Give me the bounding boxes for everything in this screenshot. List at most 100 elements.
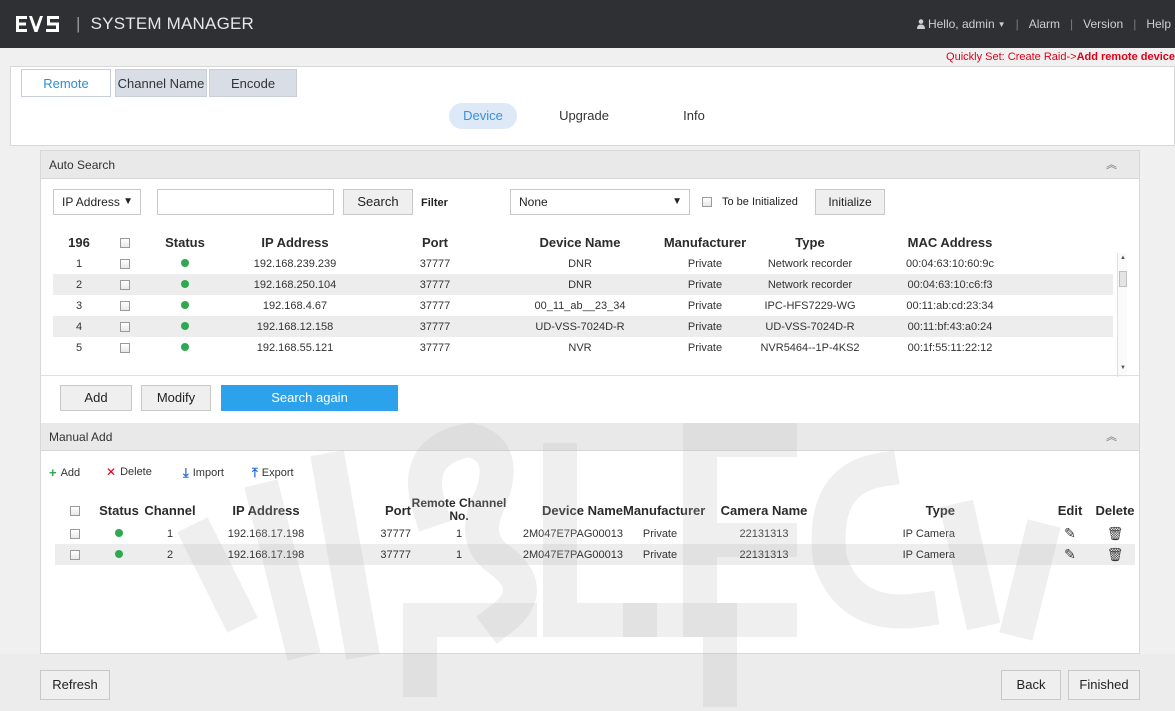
type-cell: IP Camera [902,527,955,540]
to-be-initialized-checkbox[interactable] [702,197,712,207]
count-header: 196 [68,234,90,250]
ip-header: IP Address [261,234,329,250]
device-name-cell: DNR [568,257,592,270]
pencil-icon[interactable]: ✎ [1064,525,1076,541]
manual-add-button[interactable]: + Add [49,465,80,480]
search-input[interactable] [157,189,334,215]
manual-add-title: Manual Add [49,430,113,444]
filter-label: Filter [421,197,448,209]
status-dot-icon [181,321,189,330]
top-bar: | SYSTEM MANAGER Hello, admin ▼ | Alarm |… [0,0,1175,48]
modify-button[interactable]: Modify [141,385,211,411]
collapse-up-icon[interactable]: ︽ [1106,423,1117,451]
table-row[interactable]: 1 192.168.17.198 37777 1 2M047E7PAG00013… [55,523,1135,544]
manual-add-table: Status Channel IP Address Port Remote Ch… [55,497,1135,565]
port-cell: 37777 [365,274,505,295]
status-dot-icon [115,528,123,537]
table-row[interactable]: 2 192.168.17.198 37777 1 2M047E7PAG00013… [55,544,1135,565]
status-dot-icon [181,342,189,351]
back-button[interactable]: Back [1001,670,1061,700]
device-name-cell: 2M047E7PAG00013 [522,527,623,540]
row-checkbox[interactable] [120,321,130,332]
dropdown-arrow-icon: ▼ [672,196,682,207]
pencil-icon[interactable]: ✎ [1064,546,1076,562]
type-cell: NVR5464--1P-4KS2 [760,341,860,354]
auto-search-header[interactable]: Auto Search ︽ [41,151,1139,179]
ip-cell: 192.168.17.198 [227,527,305,540]
table-row[interactable]: 2 192.168.250.104 37777 DNR Private Netw… [53,274,1113,295]
user-greeting: Hello, admin [927,17,995,31]
camera-name-cell: 22131313 [697,544,831,565]
import-label: Import [192,467,224,479]
manual-add-header[interactable]: Manual Add ︽ [41,423,1139,451]
row-checkbox[interactable] [70,528,80,539]
table-row[interactable]: 1 192.168.239.239 37777 DNR Private Netw… [53,253,1113,274]
footer-bar: Refresh Back Finished [0,654,1175,711]
refresh-button[interactable]: Refresh [40,670,110,700]
app-title: | SYSTEM MANAGER [76,14,255,33]
row-checkbox[interactable] [120,279,130,290]
table-row[interactable]: 5 192.168.55.121 37777 NVR Private NVR54… [53,337,1113,358]
select-all-checkbox[interactable] [120,238,130,249]
type-header: Type [795,234,825,250]
filter-select[interactable]: None ▼ [510,189,690,215]
collapse-up-icon[interactable]: ︽ [1106,151,1117,179]
delete-header: Delete [1095,502,1135,518]
remote-channel-cell: 1 [411,544,507,565]
help-link[interactable]: Help [1146,17,1171,31]
initialize-button[interactable]: Initialize [815,189,885,215]
search-by-select[interactable]: IP Address ▼ [53,189,141,215]
export-icon: ⤒ [252,465,258,480]
port-header: Port [385,502,411,518]
export-button[interactable]: ⤒ Export [252,465,294,481]
manufacturer-cell: Private [655,316,755,337]
tab-remote[interactable]: Remote [21,69,111,97]
add-button[interactable]: Add [60,385,132,411]
alarm-link[interactable]: Alarm [1029,17,1060,31]
auto-search-scrollbar[interactable]: ▲ ▼ [1117,253,1127,377]
port-cell: 37777 [380,527,411,540]
quick-set-current[interactable]: Add remote device [1077,51,1175,63]
status-header: Status [165,234,205,250]
row-checkbox[interactable] [120,300,130,311]
type-cell: Network recorder [767,257,853,270]
scroll-down-icon[interactable]: ▼ [1118,365,1128,371]
table-row[interactable]: 3 192.168.4.67 37777 00_11_ab__23_34 Pri… [53,295,1113,316]
search-again-button[interactable]: Search again [221,385,398,411]
manufacturer-cell: Private [642,527,678,540]
scroll-thumb[interactable] [1119,271,1127,287]
subtab-upgrade[interactable]: Upgrade [549,103,619,129]
ip-cell: 192.168.55.121 [256,341,334,354]
device-name-cell: 2M047E7PAG00013 [507,544,623,565]
port-cell: 37777 [419,299,451,312]
tabs-panel: Remote Channel Name Encode Device Upgrad… [10,66,1175,146]
device-name-cell: DNR [505,274,655,295]
subtab-info[interactable]: Info [674,103,714,129]
row-checkbox[interactable] [120,342,130,353]
manual-delete-label: Delete [120,466,152,478]
version-link[interactable]: Version [1083,17,1123,31]
status-dot-icon [181,258,189,267]
subtab-device[interactable]: Device [449,103,517,129]
search-button[interactable]: Search [343,189,413,215]
table-row[interactable]: 4 192.168.12.158 37777 UD-VSS-7024D-R Pr… [53,316,1113,337]
select-all-checkbox[interactable] [70,506,80,517]
row-checkbox[interactable] [70,549,80,560]
import-button[interactable]: ⤓ Import [183,465,224,481]
user-menu[interactable]: Hello, admin ▼ [916,17,1006,31]
row-number: 5 [75,341,83,354]
quick-set-prefix: Quickly Set: Create Raid-> [946,51,1077,63]
tab-encode[interactable]: Encode [209,69,297,97]
device-panel: Auto Search ︽ IP Address ▼ Search Filter… [40,150,1140,654]
manual-delete-button[interactable]: ✕ Delete [106,465,152,479]
auto-search-header-row: 196 Status IP Address Port Device Name M… [53,231,1113,253]
mac-cell: 00:04:63:10:c6:f3 [865,274,1035,295]
row-checkbox[interactable] [120,258,130,269]
trash-icon[interactable]: 🗑 [1107,547,1124,562]
finished-button[interactable]: Finished [1068,670,1140,700]
user-icon [916,19,925,29]
scroll-up-icon[interactable]: ▲ [1118,255,1128,261]
tab-channel-name[interactable]: Channel Name [115,69,207,97]
edit-header: Edit [1057,502,1083,518]
trash-icon[interactable]: 🗑 [1107,526,1124,541]
